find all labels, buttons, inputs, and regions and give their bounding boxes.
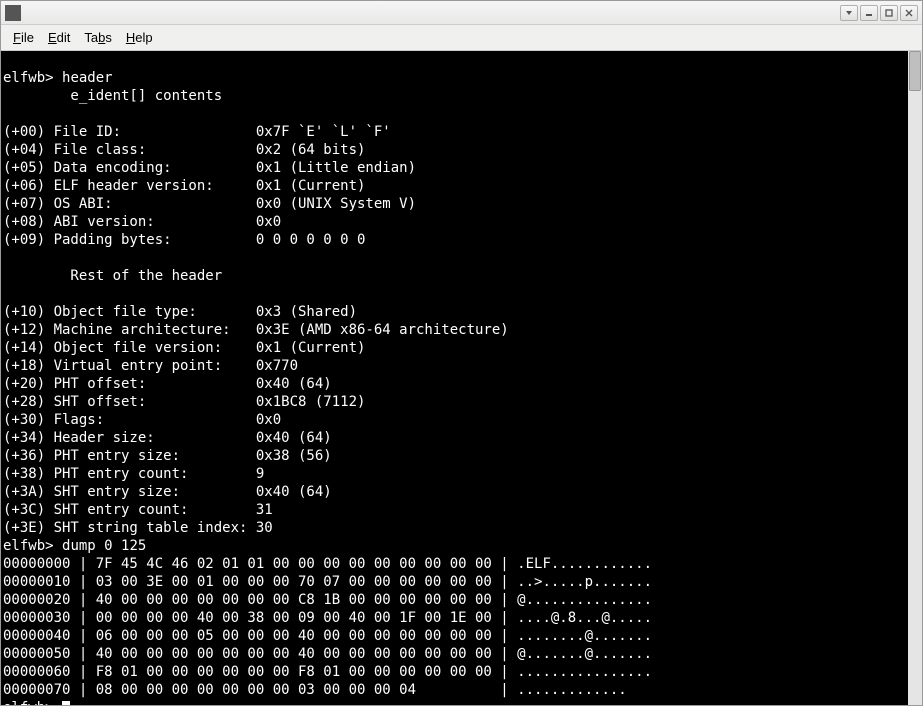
maximize-button[interactable] [880, 5, 898, 21]
menubar: File Edit Tabs Help [1, 25, 922, 51]
cursor [62, 701, 70, 705]
hexdump-row: 00000010 | 03 00 3E 00 01 00 00 00 70 07… [3, 574, 652, 590]
window-buttons [840, 5, 918, 21]
stick-button[interactable] [840, 5, 858, 21]
header-field: (+09) Padding bytes: 0 0 0 0 0 0 0 [3, 232, 365, 248]
header-field: (+04) File class: 0x2 (64 bits) [3, 142, 365, 158]
header-field: (+34) Header size: 0x40 (64) [3, 430, 332, 446]
header-field: (+18) Virtual entry point: 0x770 [3, 358, 298, 374]
hexdump-row: 00000000 | 7F 45 4C 46 02 01 01 00 00 00… [3, 556, 652, 572]
header-field: (+28) SHT offset: 0x1BC8 (7112) [3, 394, 365, 410]
command-text: dump 0 125 [62, 538, 146, 554]
header-field: (+3A) SHT entry size: 0x40 (64) [3, 484, 332, 500]
minimize-button[interactable] [860, 5, 878, 21]
app-icon [5, 5, 21, 21]
header-field: (+20) PHT offset: 0x40 (64) [3, 376, 332, 392]
titlebar[interactable] [1, 1, 922, 25]
maximize-icon [885, 9, 893, 17]
hexdump-row: 00000030 | 00 00 00 00 40 00 38 00 09 00… [3, 610, 652, 626]
section-header: e_ident[] contents [3, 88, 222, 104]
hexdump-row: 00000070 | 08 00 00 00 00 00 00 00 03 00… [3, 682, 627, 698]
prompt: elfwb> [3, 70, 62, 86]
scrollbar-thumb[interactable] [909, 51, 921, 91]
prompt: elfwb> [3, 700, 62, 705]
menu-tabs[interactable]: Tabs [78, 28, 117, 47]
header-field: (+07) OS ABI: 0x0 (UNIX System V) [3, 196, 416, 212]
menu-file[interactable]: File [7, 28, 40, 47]
header-field: (+08) ABI version: 0x0 [3, 214, 281, 230]
terminal[interactable]: elfwb> header e_ident[] contents (+00) F… [1, 51, 922, 705]
header-field: (+06) ELF header version: 0x1 (Current) [3, 178, 365, 194]
hexdump-row: 00000050 | 40 00 00 00 00 00 00 00 40 00… [3, 646, 652, 662]
header-field: (+12) Machine architecture: 0x3E (AMD x8… [3, 322, 509, 338]
header-field: (+14) Object file version: 0x1 (Current) [3, 340, 365, 356]
minimize-icon [865, 9, 873, 17]
header-field: (+36) PHT entry size: 0x38 (56) [3, 448, 332, 464]
prompt: elfwb> [3, 538, 62, 554]
arrow-down-icon [845, 9, 853, 17]
hexdump-row: 00000040 | 06 00 00 00 05 00 00 00 40 00… [3, 628, 652, 644]
app-window: File Edit Tabs Help elfwb> header e_iden… [0, 0, 923, 706]
section-header: Rest of the header [3, 268, 222, 284]
header-field: (+10) Object file type: 0x3 (Shared) [3, 304, 357, 320]
hexdump-row: 00000020 | 40 00 00 00 00 00 00 00 C8 1B… [3, 592, 652, 608]
scrollbar[interactable] [908, 51, 922, 705]
hexdump-row: 00000060 | F8 01 00 00 00 00 00 00 F8 01… [3, 664, 652, 680]
command-text: header [62, 70, 113, 86]
menu-edit[interactable]: Edit [42, 28, 76, 47]
close-button[interactable] [900, 5, 918, 21]
header-field: (+00) File ID: 0x7F `E' `L' `F' [3, 124, 391, 140]
header-field: (+05) Data encoding: 0x1 (Little endian) [3, 160, 416, 176]
header-field: (+38) PHT entry count: 9 [3, 466, 264, 482]
header-field: (+3C) SHT entry count: 31 [3, 502, 273, 518]
close-icon [905, 9, 913, 17]
header-field: (+30) Flags: 0x0 [3, 412, 281, 428]
header-field: (+3E) SHT string table index: 30 [3, 520, 273, 536]
menu-help[interactable]: Help [120, 28, 159, 47]
